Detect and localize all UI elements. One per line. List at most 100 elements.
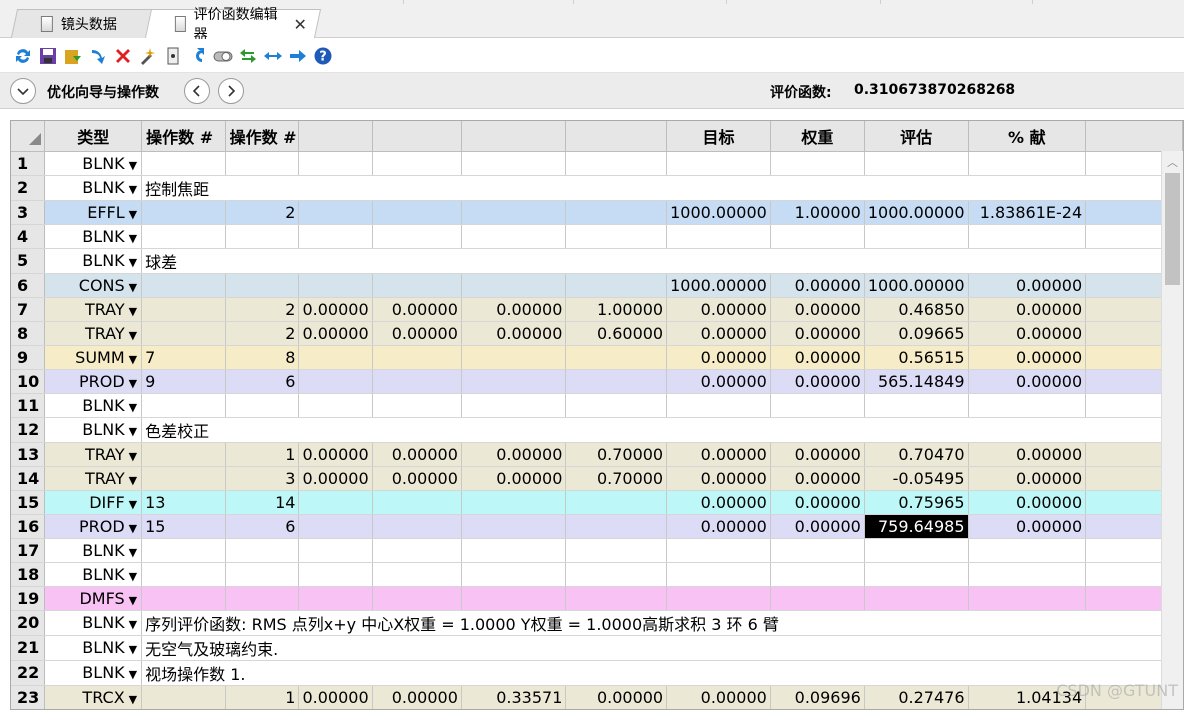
table-row[interactable]: 3 EFFL ▼ 2 1000.00000 1.00000 1000.00000 1.8386… bbox=[11, 200, 1183, 225]
cell-operand-2[interactable] bbox=[225, 538, 300, 563]
cell-value[interactable]: 0.70470 bbox=[864, 442, 969, 467]
row-number[interactable]: 21 bbox=[11, 635, 46, 661]
cell-operand-1[interactable] bbox=[141, 393, 226, 418]
cell-weight[interactable]: 0.00000 bbox=[770, 514, 865, 539]
operand-type-select[interactable]: BLNK ▼ bbox=[44, 224, 143, 249]
cell-contribution[interactable] bbox=[968, 538, 1087, 563]
arrow-right-icon[interactable] bbox=[287, 45, 309, 67]
cell-contribution[interactable] bbox=[968, 562, 1087, 587]
cell-param-4[interactable] bbox=[565, 586, 668, 611]
column-header-param-4[interactable] bbox=[565, 121, 668, 152]
cell-target[interactable] bbox=[666, 562, 771, 587]
cell-contribution[interactable]: 0.00000 bbox=[968, 466, 1087, 491]
row-number[interactable]: 22 bbox=[11, 660, 46, 686]
cell-param-1[interactable]: 0.00000 bbox=[298, 297, 373, 322]
table-row[interactable]: 8 TRAY ▼ 2 0.00000 0.00000 0.00000 0.60000 0.000… bbox=[11, 321, 1183, 346]
row-number[interactable]: 1 bbox=[11, 151, 46, 176]
cell-param-1[interactable] bbox=[298, 586, 373, 611]
cell-param-2[interactable] bbox=[372, 273, 462, 298]
table-row[interactable]: 20 BLNK ▼ 序列评价函数: RMS 点列x+y 中心X权重 = 1.0000 … bbox=[11, 610, 1183, 636]
cell-param-3[interactable] bbox=[461, 490, 567, 515]
cell-operand-2[interactable]: 2 bbox=[225, 297, 300, 322]
cell-param-1[interactable] bbox=[298, 200, 373, 225]
cell-contribution[interactable]: 1.83861E-24 bbox=[968, 200, 1087, 225]
row-number[interactable]: 18 bbox=[11, 562, 46, 587]
dropdown-arrow-icon[interactable]: ▼ bbox=[129, 693, 137, 706]
table-row[interactable]: 18 BLNK ▼ bbox=[11, 562, 1183, 587]
cell-target[interactable]: 0.00000 bbox=[666, 297, 771, 322]
operand-type-select[interactable]: TRAY ▼ bbox=[44, 442, 143, 467]
cell-param-3[interactable] bbox=[461, 273, 567, 298]
cell-value[interactable]: 1000.00000 bbox=[864, 200, 969, 225]
table-row[interactable]: 4 BLNK ▼ bbox=[11, 224, 1183, 249]
tab-lens-data[interactable]: 镜头数据 bbox=[10, 9, 156, 38]
column-header-value[interactable]: 评估 bbox=[864, 121, 969, 152]
cell-contribution[interactable] bbox=[968, 151, 1087, 176]
comment-cell[interactable]: 球差 bbox=[141, 248, 1183, 274]
cell-param-3[interactable] bbox=[461, 562, 567, 587]
undo-icon[interactable] bbox=[187, 45, 209, 67]
operand-type-select[interactable]: BLNK ▼ bbox=[44, 610, 143, 636]
dropdown-arrow-icon[interactable]: ▼ bbox=[129, 401, 137, 414]
scroll-thumb[interactable] bbox=[1165, 173, 1180, 285]
cell-operand-1[interactable] bbox=[141, 297, 226, 322]
cell-weight[interactable]: 0.00000 bbox=[770, 345, 865, 370]
row-number[interactable]: 3 bbox=[11, 200, 46, 225]
dropdown-arrow-icon[interactable]: ▼ bbox=[129, 618, 137, 631]
table-row[interactable]: 14 TRAY ▼ 3 0.00000 0.00000 0.00000 0.70000 0.00… bbox=[11, 466, 1183, 491]
cell-operand-2[interactable]: 2 bbox=[225, 321, 300, 346]
cell-param-1[interactable] bbox=[298, 224, 373, 249]
operand-type-select[interactable]: TRCX ▼ bbox=[44, 685, 143, 709]
cell-weight[interactable] bbox=[770, 586, 865, 611]
cell-contribution[interactable] bbox=[968, 393, 1087, 418]
cell-operand-2[interactable]: 1 bbox=[225, 685, 300, 709]
cell-contribution[interactable]: 0.00000 bbox=[968, 514, 1087, 539]
cell-param-2[interactable] bbox=[372, 151, 462, 176]
table-row[interactable]: 19 DMFS ▼ bbox=[11, 586, 1183, 611]
delete-icon[interactable] bbox=[112, 45, 134, 67]
cell-target[interactable]: 0.00000 bbox=[666, 514, 771, 539]
cell-operand-1[interactable] bbox=[141, 224, 226, 249]
operand-type-select[interactable]: CONS ▼ bbox=[44, 273, 143, 298]
row-number[interactable]: 12 bbox=[11, 417, 46, 443]
cell-param-2[interactable] bbox=[372, 224, 462, 249]
column-header-type[interactable]: 类型 bbox=[44, 121, 143, 152]
cell-value[interactable]: 0.75965 bbox=[864, 490, 969, 515]
operand-type-select[interactable]: BLNK ▼ bbox=[44, 538, 143, 563]
cell-param-2[interactable] bbox=[372, 369, 462, 394]
row-number[interactable]: 23 bbox=[11, 685, 46, 709]
cell-contribution[interactable] bbox=[968, 224, 1087, 249]
dropdown-arrow-icon[interactable]: ▼ bbox=[129, 546, 137, 559]
cell-value[interactable]: -0.05495 bbox=[864, 466, 969, 491]
cell-param-2[interactable]: 0.00000 bbox=[372, 321, 462, 346]
row-number[interactable]: 17 bbox=[11, 538, 46, 563]
cell-target[interactable] bbox=[666, 224, 771, 249]
operand-type-select[interactable]: TRAY ▼ bbox=[44, 466, 143, 491]
comment-cell[interactable]: 序列评价函数: RMS 点列x+y 中心X权重 = 1.0000 Y权重 = 1… bbox=[141, 610, 1183, 636]
cell-operand-1[interactable]: 13 bbox=[141, 490, 226, 515]
cell-operand-1[interactable]: 15 bbox=[141, 514, 226, 539]
cell-operand-2[interactable] bbox=[225, 562, 300, 587]
comment-cell[interactable]: 控制焦距 bbox=[141, 175, 1183, 201]
cell-contribution[interactable]: 0.00000 bbox=[968, 345, 1087, 370]
cell-target[interactable]: 0.00000 bbox=[666, 685, 771, 709]
row-number[interactable]: 2 bbox=[11, 175, 46, 201]
cell-param-3[interactable] bbox=[461, 586, 567, 611]
cell-param-1[interactable] bbox=[298, 538, 373, 563]
cell-param-2[interactable] bbox=[372, 345, 462, 370]
dropdown-arrow-icon[interactable]: ▼ bbox=[129, 425, 137, 438]
cell-value[interactable] bbox=[864, 562, 969, 587]
insert-icon[interactable] bbox=[87, 45, 109, 67]
cell-operand-1[interactable] bbox=[141, 685, 226, 709]
row-number[interactable]: 16 bbox=[11, 514, 46, 539]
operand-type-select[interactable]: DMFS ▼ bbox=[44, 586, 143, 611]
cell-operand-1[interactable] bbox=[141, 321, 226, 346]
cell-param-3[interactable]: 0.00000 bbox=[461, 321, 567, 346]
operand-type-select[interactable]: PROD ▼ bbox=[44, 514, 143, 539]
operand-type-select[interactable]: BLNK ▼ bbox=[44, 635, 143, 661]
cell-value[interactable]: 1000.00000 bbox=[864, 273, 969, 298]
operand-type-select[interactable]: BLNK ▼ bbox=[44, 660, 143, 686]
cell-value[interactable] bbox=[864, 538, 969, 563]
dropdown-arrow-icon[interactable]: ▼ bbox=[129, 668, 137, 681]
cell-weight[interactable] bbox=[770, 562, 865, 587]
